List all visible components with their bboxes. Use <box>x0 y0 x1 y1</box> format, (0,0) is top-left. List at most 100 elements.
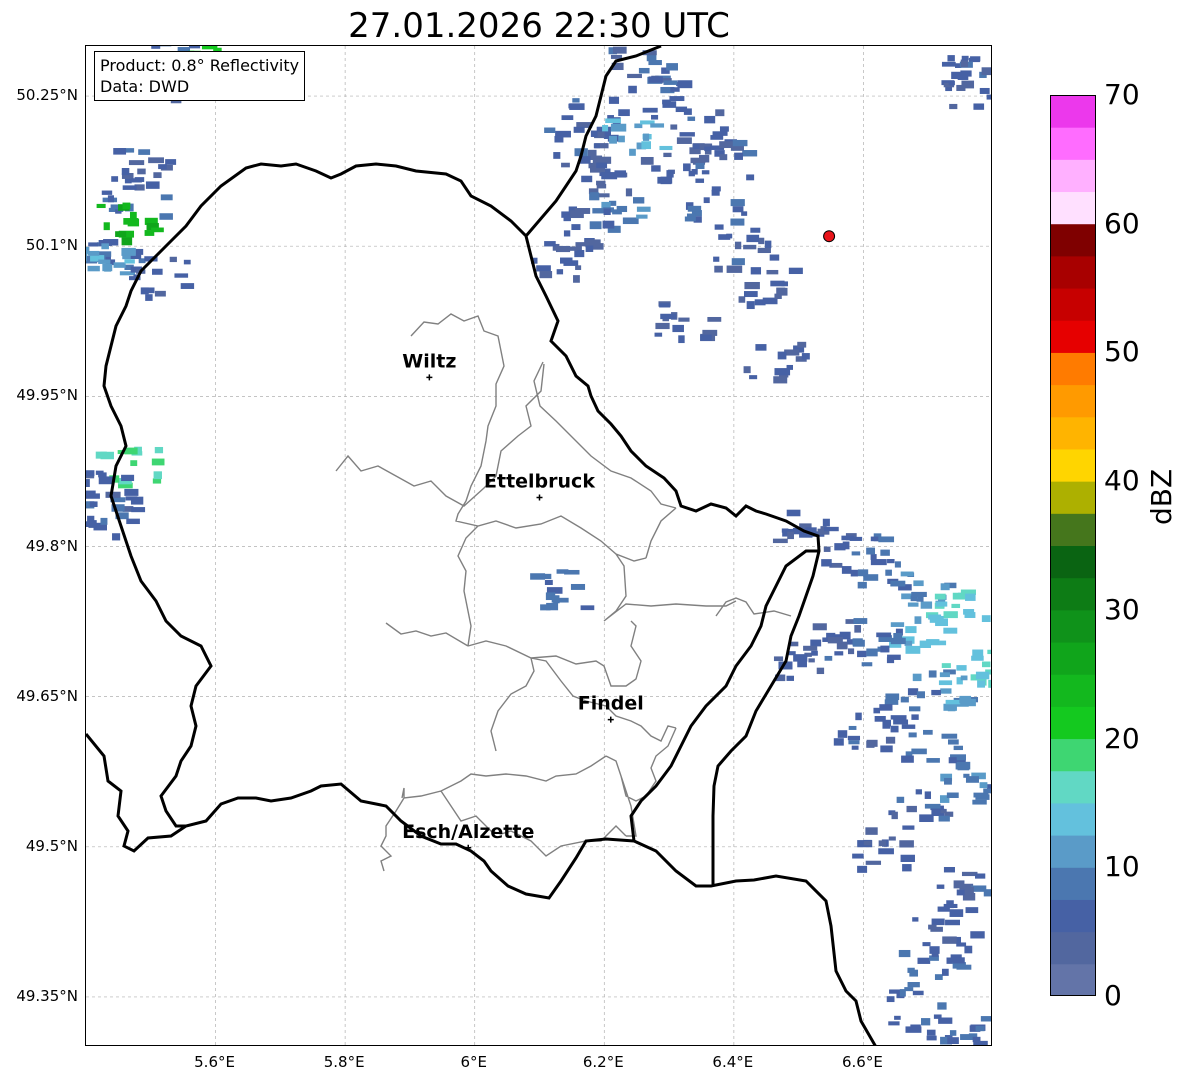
echo-cell <box>151 46 161 49</box>
radar-map[interactable]: Wiltz Ettelbruck Findel Esch/Alzette <box>85 45 992 1046</box>
echo-cell <box>788 651 796 656</box>
echo-cell <box>713 256 720 262</box>
echo-cell <box>786 509 801 517</box>
echo-cell <box>797 341 807 348</box>
echo-cell <box>847 735 861 741</box>
echo-cell <box>857 569 869 577</box>
echo-cell <box>636 214 648 219</box>
echo-cell <box>113 262 126 268</box>
echo-cell <box>896 796 905 803</box>
echo-cell <box>554 135 564 143</box>
echo-cell <box>693 143 700 150</box>
echo-cell <box>823 546 831 552</box>
colorbar-tick-label: 50 <box>1104 335 1140 369</box>
echo-cell <box>107 195 114 203</box>
echo-cell <box>975 873 986 879</box>
echo-cell <box>911 748 927 755</box>
echo-cell <box>570 583 586 590</box>
colorbar-swatch <box>1050 320 1096 353</box>
colorbar-swatch <box>1050 931 1096 965</box>
echo-cell <box>731 258 745 266</box>
echo-cell <box>886 657 895 664</box>
colorbar-swatch <box>1050 802 1096 836</box>
echo-cell <box>965 593 976 601</box>
echo-cell <box>941 61 956 67</box>
echo-cell <box>743 366 751 374</box>
echo-cell <box>121 237 133 246</box>
echo-cell <box>923 729 933 735</box>
echo-cell <box>873 707 881 714</box>
echo-cell <box>940 583 950 591</box>
echo-cell <box>960 59 968 68</box>
radar-site-layer <box>823 230 836 243</box>
echo-cell <box>743 291 758 298</box>
echo-cell <box>890 725 899 733</box>
colorbar-swatch <box>1050 191 1096 225</box>
echo-cell <box>123 218 139 225</box>
echo-cell <box>914 616 922 624</box>
echo-cell <box>159 213 173 220</box>
echo-cell <box>946 792 959 798</box>
echo-cell <box>774 293 782 299</box>
echo-cell <box>855 712 862 721</box>
echo-cell <box>879 704 893 711</box>
echo-cell <box>951 71 963 80</box>
echo-cell <box>585 245 594 252</box>
lat-tick-label: 49.65°N <box>16 686 78 705</box>
echo-cell <box>138 149 151 155</box>
echo-cell <box>919 640 931 648</box>
echo-cell <box>589 221 602 230</box>
echo-cell <box>899 989 906 997</box>
echo-cell <box>912 673 922 682</box>
echo-cell <box>857 581 867 589</box>
echo-cell <box>152 478 162 484</box>
echo-cell <box>956 942 967 947</box>
echo-cell <box>151 458 165 466</box>
echo-cell <box>86 253 87 262</box>
echo-cell <box>907 602 919 607</box>
echo-cell <box>757 247 771 254</box>
echo-cell <box>154 290 166 297</box>
echo-cell <box>894 1015 901 1020</box>
echo-cell <box>926 1035 937 1041</box>
echo-cell <box>571 224 581 231</box>
echo-cell <box>880 645 890 653</box>
echo-cell <box>683 163 691 172</box>
echo-cell <box>784 349 800 356</box>
echo-cell <box>905 645 921 654</box>
echo-cell <box>701 170 710 175</box>
echo-cell <box>931 689 941 696</box>
echo-cell <box>912 990 924 996</box>
echo-cell <box>88 520 97 528</box>
echo-cell <box>593 143 600 149</box>
product-label: Product: 0.8° Reflectivity <box>100 56 300 75</box>
echo-cell <box>853 618 868 624</box>
echo-cell <box>912 917 919 922</box>
echo-cell <box>642 107 658 113</box>
echo-cell <box>746 301 755 310</box>
echo-cell <box>822 518 830 527</box>
city-label: Ettelbruck <box>484 470 595 492</box>
echo-cell <box>145 294 153 301</box>
echo-cell <box>573 126 585 133</box>
echo-cell <box>981 661 991 668</box>
echo-cell <box>979 87 990 94</box>
echo-cell <box>885 736 896 744</box>
echo-cell <box>610 54 623 59</box>
echo-cell <box>870 554 877 560</box>
echo-cell <box>938 815 950 822</box>
echo-cell <box>788 267 803 275</box>
echo-cell <box>890 715 907 720</box>
echo-cell <box>949 909 964 917</box>
echo-cell <box>95 470 104 475</box>
echo-cell <box>115 231 127 237</box>
echo-cell <box>955 761 971 770</box>
echo-cell <box>704 146 711 152</box>
echo-cell <box>536 265 551 272</box>
lon-tick-label: 6°E <box>460 1053 487 1071</box>
echo-cell <box>539 271 553 279</box>
echo-cell <box>560 257 573 264</box>
echo-cell <box>124 488 139 496</box>
echo-cell <box>770 280 785 287</box>
echo-cell <box>618 109 630 117</box>
